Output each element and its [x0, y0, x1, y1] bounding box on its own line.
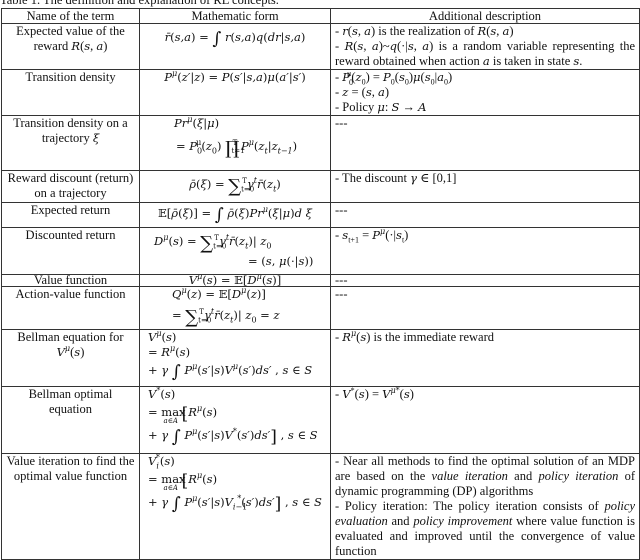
math-form: 𝔼[ρ̄(ξ)] = ∫ ρ̄(ξ)Prμ(ξ|μ)d ξ: [139, 202, 331, 228]
table-row: Discounted return Dμ(s) = ∑t=0Tγtr̄(zt)|…: [1, 227, 640, 275]
description-line: - The discount γ ∈ [0,1]: [335, 171, 457, 186]
table-caption: Table 1. The definition and explanation …: [0, 0, 279, 7]
math-form: Vi*(s) = maxa∈A [Rμ(s) + γ ∫ Pμ(s′|s)Vi−…: [139, 453, 331, 560]
table-row: Bellman equation for Vμ(s) Vμ(s) = Rμ(s)…: [1, 329, 640, 387]
term-policy-iteration: policy iteration: [538, 469, 619, 483]
math-line: = P0μ(z0) ∏t=1T Pμ(zt|zt−1): [176, 138, 298, 159]
term-name-line: Bellman equation for: [17, 330, 124, 345]
description-line: - Policy μ: S → A: [335, 100, 427, 114]
math-line: ρ̄(ξ) = ∑t=0Tγtr̄(zt): [189, 176, 281, 197]
term-name-line: Vμ(s): [56, 344, 85, 359]
term-name: Discounted return: [1, 227, 140, 275]
math-line: 𝔼[ρ̄(ξ)] = ∫ ρ̄(ξ)Prμ(ξ|μ)d ξ: [158, 205, 312, 225]
table-row: Action-value function Qμ(z) = 𝔼[Dμ(z)] =…: [1, 286, 640, 330]
math-line: V*(s): [148, 386, 176, 402]
rl-concepts-table: Name of the term Mathematic form Additio…: [1, 8, 640, 560]
math-form: V*(s) = maxa∈A [Rμ(s) + γ ∫ Pμ(s′|s)V*(s…: [139, 386, 331, 454]
term-name-line: Value iteration to find the: [6, 454, 135, 469]
term-name: Reward discount (return) on a trajectory: [1, 170, 140, 203]
table-row: Value function Vμ(s) = 𝔼[Dμ(s)] ---: [1, 274, 640, 287]
term-name: Transition density on a trajectory ξ: [1, 115, 140, 171]
math-line: r̄(s,a) = ∫ r(s,a)q(dr|s,a): [164, 29, 306, 49]
term-name: Value function: [1, 274, 140, 287]
math-form: Vμ(s) = 𝔼[Dμ(s)]: [139, 274, 331, 287]
term-name-line: Reward discount (return): [7, 171, 134, 186]
term-name-line: optimal value function: [13, 469, 128, 483]
math-form: Vμ(s) = Rμ(s) + γ ∫ Pμ(s′|s)Vμ(s′)ds′ , …: [139, 329, 331, 387]
header-name-of-term: Name of the term: [1, 8, 140, 24]
description: - The discount γ ∈ [0,1]: [330, 170, 640, 203]
math-form: Prμ(ξ|μ) = P0μ(z0) ∏t=1T Pμ(zt|zt−1): [139, 115, 331, 171]
math-line: Qμ(z) = 𝔼[Dμ(z)]: [172, 286, 266, 302]
math-form: r̄(s,a) = ∫ r(s,a)q(dr|s,a): [139, 23, 331, 70]
term-name-line: on a trajectory: [34, 186, 107, 200]
description-line: - st+1 = Pμ(·|st): [335, 227, 409, 245]
math-form: Dμ(s) = ∑t=0Tγtr̄(zt)| z0 = (s, μ(·|s)): [139, 227, 331, 275]
math-line: Dμ(s) = ∑t=0Tγtr̄(zt)| z0: [154, 233, 272, 254]
description-line: - R(s, a)~q(·|s, a) is a random variable…: [335, 39, 635, 68]
header-additional-description: Additional description: [330, 8, 640, 24]
description: ---: [330, 286, 640, 330]
description-line: - Rμ(s) is the immediate reward: [335, 329, 494, 345]
math-form: ρ̄(ξ) = ∑t=0Tγtr̄(zt): [139, 170, 331, 203]
description: - Rμ(s) is the immediate reward: [330, 329, 640, 387]
term-value-iteration: value iteration: [431, 469, 508, 483]
table-row: Transition density Pμ(z′|z) = P(s′|s,a)μ…: [1, 69, 640, 116]
table-header-row: Name of the term Mathematic form Additio…: [1, 8, 640, 24]
term-name: Transition density: [1, 69, 140, 116]
math-form: Pμ(z′|z) = P(s′|s,a)μ(a′|s′): [139, 69, 331, 116]
description: - st+1 = Pμ(·|st): [330, 227, 640, 275]
math-line: = (s, μ(·|s)): [248, 254, 314, 268]
term-name-line: equation: [48, 402, 93, 416]
term-name: Expected value of the reward R(s, a): [1, 23, 140, 70]
table-row: Expected value of the reward R(s, a) r̄(…: [1, 23, 640, 70]
description-paragraph: - Near all methods to find the optimal s…: [335, 454, 635, 499]
header-mathematic-form: Mathematic form: [139, 8, 331, 24]
description-line: - P0μ(z0) = P0(s0)μ(s0|a0): [335, 69, 453, 87]
term-name: Value iteration to find the optimal valu…: [1, 453, 140, 560]
term-name: Bellman optimal equation: [1, 386, 140, 454]
description-line: - r(s, a) is the realization of R(s, a): [335, 24, 514, 39]
table-row: Value iteration to find the optimal valu…: [1, 453, 640, 560]
math-line: + γ ∫ Pμ(s′|s)Vμ(s′)ds′ , s ∈ S: [148, 362, 313, 382]
term-name-line: reward R(s, a): [33, 39, 108, 53]
description: ---: [330, 274, 640, 287]
description: - r(s, a) is the realization of R(s, a) …: [330, 23, 640, 70]
term-name-line: Transition density on a: [13, 116, 128, 131]
math-line: Vi*(s): [148, 453, 175, 471]
term-name: Bellman equation for Vμ(s): [1, 329, 140, 387]
description: - V*(s) = Vμ*(s): [330, 386, 640, 454]
math-line: + γ ∫ Pμ(s′|s)Vi−1*(s′)ds′] , s ∈ S: [148, 494, 322, 514]
table-row: Bellman optimal equation V*(s) = maxa∈A …: [1, 386, 640, 454]
math-line: = Rμ(s): [148, 344, 191, 359]
term-policy-improvement: policy improvement: [413, 514, 513, 528]
term-name-line: trajectory ξ: [41, 131, 100, 145]
math-line: = ∑t=0Tγtr̄(zt)| z0 = z: [172, 307, 280, 328]
term-name-line: Expected value of the: [16, 24, 125, 39]
description: ---: [330, 115, 640, 171]
description-paragraph: - Policy iteration: The policy iteration…: [335, 499, 635, 558]
math-form: Qμ(z) = 𝔼[Dμ(z)] = ∑t=0Tγtr̄(zt)| z0 = z: [139, 286, 331, 330]
table-row: Reward discount (return) on a trajectory…: [1, 170, 640, 203]
description: - P0μ(z0) = P0(s0)μ(s0|a0) - z = (s, a) …: [330, 69, 640, 116]
description-line: - V*(s) = Vμ*(s): [335, 386, 414, 402]
term-name-line: Bellman optimal: [28, 387, 113, 402]
math-line: Pμ(z′|z) = P(s′|s,a)μ(a′|s′): [164, 69, 306, 85]
description: ---: [330, 202, 640, 228]
math-line: Prμ(ξ|μ): [174, 115, 220, 131]
table-row: Transition density on a trajectory ξ Prμ…: [1, 115, 640, 171]
description: - Near all methods to find the optimal s…: [330, 453, 640, 560]
table-row: Expected return 𝔼[ρ̄(ξ)] = ∫ ρ̄(ξ)Prμ(ξ|…: [1, 202, 640, 228]
term-name: Action-value function: [1, 286, 140, 330]
math-line: + γ ∫ Pμ(s′|s)V*(s′)ds′] , s ∈ S: [148, 427, 318, 447]
description-line: - z = (s, a): [335, 85, 390, 99]
math-line: = maxa∈A [Rμ(s): [148, 471, 218, 493]
term-name: Expected return: [1, 202, 140, 228]
math-line: = maxa∈A [Rμ(s): [148, 404, 218, 426]
math-line: Vμ(s): [148, 329, 177, 345]
math-line: Vμ(s) = 𝔼[Dμ(s)]: [188, 274, 282, 287]
